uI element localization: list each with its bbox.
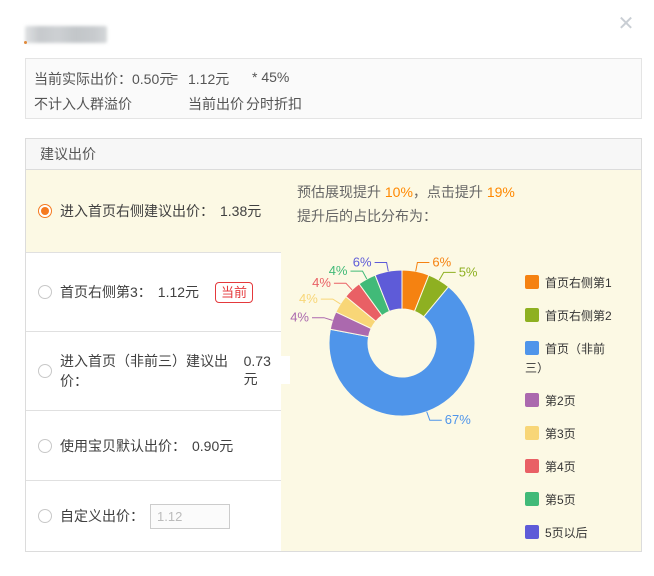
slice-percent-label: 6%	[432, 255, 451, 270]
option-label: 自定义出价：	[60, 506, 144, 526]
bid-options-list: 进入首页右侧建议出价： 1.38元 首页右侧第3： 1.12元 当前 进入首页（…	[26, 170, 281, 551]
actual-bid-label: 当前实际出价：0.50元	[34, 69, 173, 89]
slice-percent-label: 67%	[445, 412, 471, 427]
note-exclude-crowd-premium: 不计入人群溢价	[34, 94, 132, 114]
share-distribution-donut-chart: 6%5%67%4%4%4%4%6%	[281, 234, 531, 534]
legend-item[interactable]: 第2页	[525, 392, 617, 411]
legend-item[interactable]: 首页右侧第1	[525, 274, 617, 293]
legend-item[interactable]: 5页以后	[525, 524, 617, 543]
panel-content: 进入首页右侧建议出价： 1.38元 首页右侧第3： 1.12元 当前 进入首页（…	[26, 170, 641, 551]
option-price: 0.90元	[192, 436, 233, 456]
current-bid-summary: 当前实际出价：0.50元 = 1.12元 * 45% 不计入人群溢价 当前出价 …	[25, 58, 642, 119]
forecast-chart-panel: 预估展现提升 10%，点击提升 19% 提升后的占比分布为： 6% 5% 67% 4%…	[281, 170, 641, 551]
note-time-discount: 分时折扣	[246, 94, 302, 114]
forecast-line1: 预估展现提升 10%，点击提升 19%	[297, 180, 515, 204]
legend-label: 5页以后	[545, 526, 588, 540]
option-item-default-bid[interactable]: 使用宝贝默认出价： 0.90元	[26, 410, 281, 480]
slice-percent-label: 6%	[353, 255, 372, 270]
label-leader-line	[312, 318, 333, 321]
option-enter-homepage-right[interactable]: 进入首页右侧建议出价： 1.38元	[26, 170, 281, 252]
legend-label: 第2页	[545, 394, 576, 408]
label-leader-line	[416, 263, 430, 272]
option-price: 1.12元	[158, 282, 199, 302]
label-leader-line	[427, 412, 442, 421]
bid-suggestion-dialog: ✕ 当前实际出价：0.50元 = 1.12元 * 45% 不计入人群溢价 当前出…	[0, 0, 654, 576]
option-label: 首页右侧第3：	[60, 282, 152, 302]
slice-percent-label: 4%	[290, 310, 309, 325]
chart-legend: 首页右侧第1 首页右侧第2 首页（非前三） 第2页第3页第4页第5页 5页以后	[525, 274, 617, 557]
current-badge: 当前	[215, 282, 253, 303]
radio-icon[interactable]	[38, 285, 52, 299]
label-leader-line	[321, 299, 341, 304]
forecast-text: 预估展现提升 10%，点击提升 19% 提升后的占比分布为：	[297, 180, 515, 228]
option-price: 0.73元	[244, 353, 281, 389]
legend-item[interactable]: 第5页	[525, 491, 617, 510]
forecast-mid: ，点击提升	[413, 184, 487, 200]
legend-label: 第3页	[545, 427, 576, 441]
legend-label: 首页右侧第1	[545, 276, 612, 290]
legend-swatch-icon	[525, 525, 539, 539]
equals-sign: =	[170, 69, 178, 85]
legend-swatch-icon	[525, 393, 539, 407]
legend-item[interactable]: 第3页	[525, 425, 617, 444]
slice-percent-label: 5%	[459, 264, 478, 279]
option-price: 1.38元	[220, 201, 261, 221]
option-label: 进入首页右侧建议出价：	[60, 201, 214, 221]
label-leader-line	[439, 272, 456, 280]
custom-bid-input[interactable]	[150, 504, 230, 529]
suggest-bid-panel: 建议出价 进入首页右侧建议出价： 1.38元 首页右侧第3： 1.12元 当前 …	[25, 138, 642, 552]
legend-item[interactable]: 首页右侧第2	[525, 307, 617, 326]
redacted-dialog-title	[25, 26, 107, 43]
label-leader-line	[375, 263, 389, 272]
legend-swatch-icon	[525, 426, 539, 440]
legend-swatch-icon	[525, 492, 539, 506]
label-leader-line	[351, 271, 367, 279]
legend-label: 首页右侧第2	[545, 309, 612, 323]
slice-percent-label: 4%	[299, 291, 318, 306]
radio-icon[interactable]	[38, 509, 52, 523]
radio-icon[interactable]	[38, 439, 52, 453]
legend-swatch-icon	[525, 341, 539, 355]
label-leader-line	[334, 283, 352, 290]
forecast-line2: 提升后的占比分布为：	[297, 204, 515, 228]
slice-percent-label: 4%	[329, 263, 348, 278]
option-label: 进入首页（非前三）建议出价：	[60, 351, 238, 391]
forecast-prefix: 预估展现提升	[297, 184, 385, 200]
base-price-value: 1.12元	[188, 69, 229, 89]
legend-item[interactable]: 首页（非前三）	[525, 340, 617, 378]
legend-swatch-icon	[525, 275, 539, 289]
option-custom-bid[interactable]: 自定义出价：	[26, 480, 281, 551]
note-current-bid: 当前出价	[188, 94, 244, 114]
impression-lift-value: 10%	[385, 184, 413, 200]
click-lift-value: 19%	[487, 184, 515, 200]
close-icon[interactable]: ✕	[614, 12, 638, 36]
option-label: 使用宝贝默认出价：	[60, 436, 186, 456]
redacted-title-marker	[24, 41, 27, 44]
legend-swatch-icon	[525, 459, 539, 473]
multiplier-value: * 45%	[252, 69, 289, 85]
option-enter-homepage-not-top3[interactable]: 进入首页（非前三）建议出价： 0.73元	[26, 331, 281, 410]
legend-label: 第5页	[545, 493, 576, 507]
legend-label: 第4页	[545, 460, 576, 474]
panel-title: 建议出价	[26, 139, 641, 170]
legend-item[interactable]: 第4页	[525, 458, 617, 477]
radio-icon[interactable]	[38, 364, 52, 378]
radio-selected-icon[interactable]	[38, 204, 52, 218]
option-homepage-right-3[interactable]: 首页右侧第3： 1.12元 当前	[26, 252, 281, 331]
legend-swatch-icon	[525, 308, 539, 322]
